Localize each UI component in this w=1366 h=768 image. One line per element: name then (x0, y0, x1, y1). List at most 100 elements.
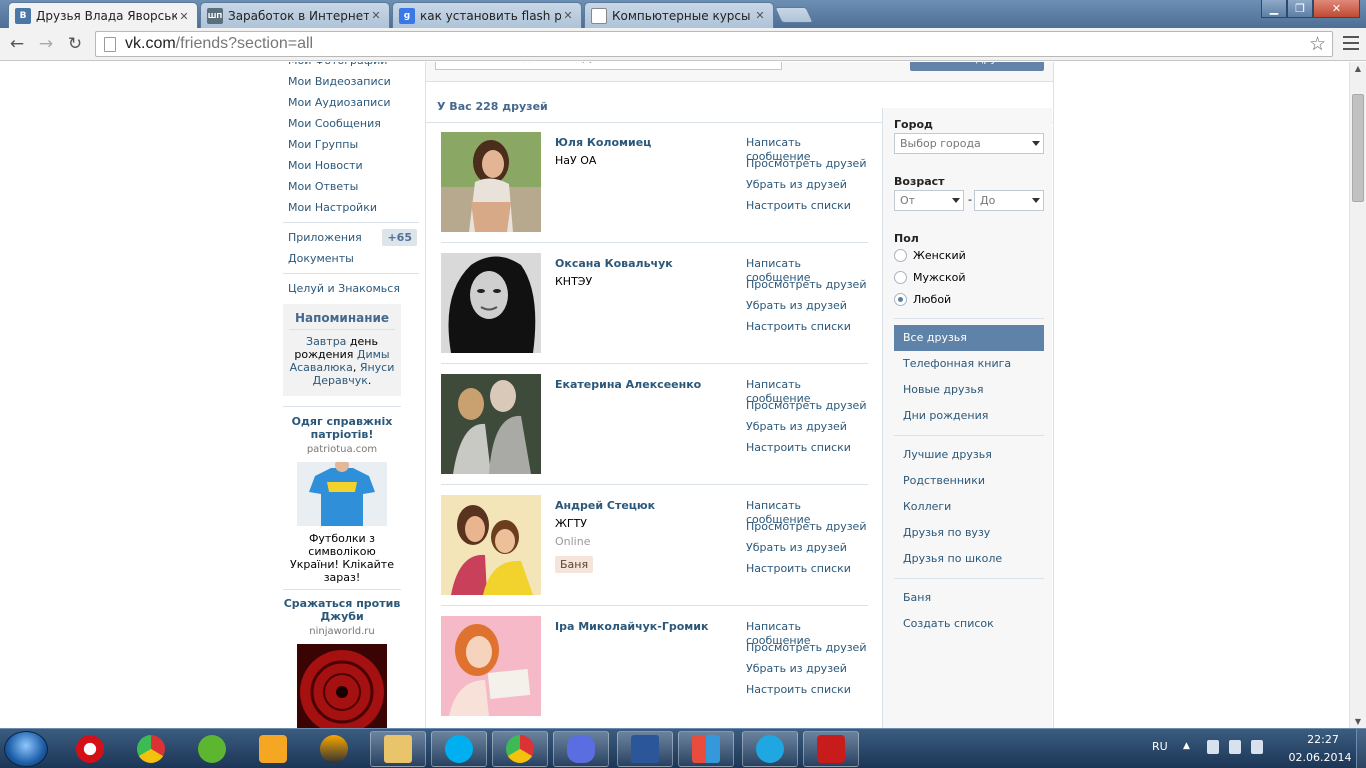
view-friends-link[interactable]: Просмотреть друзей (746, 157, 868, 178)
menu-item-groups[interactable]: Мои Группы (283, 134, 419, 155)
menu-item-videos[interactable]: Мои Видеозаписи (283, 71, 419, 92)
remove-friend-link[interactable]: Убрать из друзей (746, 662, 868, 683)
menu-item-news[interactable]: Мои Новости (283, 155, 419, 176)
ad-title[interactable]: Сражаться против Джуби (283, 597, 401, 623)
city-select[interactable]: Выбор города (894, 133, 1044, 154)
friend-name[interactable]: Андрей Стецюк (555, 499, 655, 512)
nav-phone-book[interactable]: Телефонная книга (894, 351, 1044, 377)
nav-all-friends[interactable]: Все друзья (894, 325, 1044, 351)
reload-icon[interactable]: ↻ (63, 32, 87, 56)
chrome-icon[interactable] (492, 731, 548, 767)
nav-create-list[interactable]: Создать список (894, 611, 1044, 637)
friend-name[interactable]: Екатерина Алексеенко (555, 378, 701, 391)
maximize-button[interactable]: ❐ (1287, 0, 1313, 18)
skype-icon[interactable] (431, 731, 487, 767)
view-friends-link[interactable]: Просмотреть друзей (746, 520, 868, 541)
infinity-icon[interactable] (553, 731, 609, 767)
ad-ninja-image[interactable] (297, 644, 387, 728)
menu-item-apps[interactable]: Приложения +65 (283, 227, 419, 248)
tab-computer-courses[interactable]: Компьютерные курсы д ✕ (584, 2, 774, 28)
friend-list-tag[interactable]: Баня (555, 556, 594, 573)
menu-item-settings[interactable]: Мои Настройки (283, 197, 419, 218)
show-desktop-button[interactable] (1356, 729, 1366, 768)
write-message-link[interactable]: Написать сообщение (746, 257, 868, 284)
nav-list-banya[interactable]: Баня (894, 585, 1044, 611)
friend-name[interactable]: Юля Коломиец (555, 136, 651, 149)
windows-explorer-icon[interactable] (370, 731, 426, 767)
scroll-up-icon[interactable]: ▲ (1353, 64, 1363, 73)
nav-school-friends[interactable]: Друзья по школе (894, 546, 1044, 572)
friend-photo[interactable] (441, 132, 541, 232)
ad-title[interactable]: Одяг справжніх патріотів! (283, 415, 401, 441)
tab-close-icon[interactable]: ✕ (369, 9, 383, 22)
ad-block-ninja[interactable]: Сражаться против Джуби ninjaworld.ru (283, 597, 401, 728)
view-friends-link[interactable]: Просмотреть друзей (746, 641, 868, 662)
device-icon[interactable] (1207, 740, 1219, 754)
remove-friend-link[interactable]: Убрать из друзей (746, 420, 868, 441)
tab-google-search[interactable]: g как установить flash playe ✕ (392, 2, 582, 28)
tab-close-icon[interactable]: ✕ (753, 9, 767, 22)
clock-time[interactable]: 22:27 (1293, 733, 1353, 746)
tab-close-icon[interactable]: ✕ (561, 9, 575, 22)
view-friends-link[interactable]: Просмотреть друзей (746, 278, 868, 299)
window-manager-icon[interactable] (678, 731, 734, 767)
tab-zarabotok[interactable]: ШП Заработок в Интернете | ✕ (200, 2, 390, 28)
friend-name[interactable]: Оксана Ковальчук (555, 257, 673, 270)
find-friends-button[interactable]: Поиск друзей (910, 62, 1044, 71)
write-message-link[interactable]: Написать сообщение (746, 499, 868, 526)
chrome-icon[interactable] (123, 731, 179, 767)
friend-photo[interactable] (441, 616, 541, 716)
nav-birthdays[interactable]: Дни рождения (894, 403, 1044, 429)
nav-relatives[interactable]: Родственники (894, 468, 1044, 494)
forward-arrow-icon[interactable]: → (34, 32, 58, 56)
flash-icon[interactable] (803, 731, 859, 767)
close-window-button[interactable]: ✕ (1313, 0, 1360, 18)
setup-lists-link[interactable]: Настроить списки (746, 320, 868, 341)
bookmark-star-icon[interactable]: ☆ (1309, 33, 1326, 56)
scroll-down-icon[interactable]: ▼ (1353, 717, 1363, 726)
write-message-link[interactable]: Написать сообщение (746, 378, 868, 405)
menu-item-messages[interactable]: Мои Сообщения (283, 113, 419, 134)
aimp-icon[interactable] (306, 731, 362, 767)
sex-radio-female[interactable]: Женский (894, 247, 966, 263)
media-player-icon[interactable] (245, 731, 301, 767)
internet-explorer-icon[interactable] (742, 731, 798, 767)
start-button-icon[interactable] (4, 731, 48, 767)
menu-item-documents[interactable]: Документы (283, 248, 419, 269)
utorrent-icon[interactable] (184, 731, 240, 767)
friend-photo[interactable] (441, 253, 541, 353)
tab-vk-friends[interactable]: В Друзья Влада Яворського ✕ (8, 2, 198, 28)
page-scrollbar[interactable]: ▲ ▼ (1349, 62, 1366, 728)
setup-lists-link[interactable]: Настроить списки (746, 441, 868, 462)
tab-close-icon[interactable]: ✕ (177, 10, 191, 23)
write-message-link[interactable]: Написать сообщение (746, 620, 868, 647)
network-icon[interactable] (1251, 740, 1263, 754)
volume-icon[interactable] (1229, 740, 1241, 754)
age-from-select[interactable]: От (894, 190, 964, 211)
nav-colleagues[interactable]: Коллеги (894, 494, 1044, 520)
remove-friend-link[interactable]: Убрать из друзей (746, 541, 868, 562)
nav-new-friends[interactable]: Новые друзья (894, 377, 1044, 403)
remove-friend-link[interactable]: Убрать из друзей (746, 178, 868, 199)
menu-item-answers[interactable]: Мои Ответы (283, 176, 419, 197)
friend-name[interactable]: Іра Миколайчук-Громик (555, 620, 708, 633)
clock-date[interactable]: 02.06.2014 (1285, 751, 1355, 764)
ad-block-patriot[interactable]: Одяг справжніх патріотів! patriotua.com … (283, 415, 401, 584)
scrollbar-thumb[interactable] (1352, 94, 1364, 202)
remove-friend-link[interactable]: Убрать из друзей (746, 299, 868, 320)
menu-item-audios[interactable]: Мои Аудиозаписи (283, 92, 419, 113)
friend-search-input[interactable]: Начните вводить имя друга (435, 62, 782, 70)
nav-best-friends[interactable]: Лучшие друзья (894, 442, 1044, 468)
minimize-button[interactable]: ▁ (1261, 0, 1287, 18)
sex-radio-male[interactable]: Мужской (894, 269, 965, 285)
sex-radio-any[interactable]: Любой (894, 291, 951, 307)
menu-item-photos[interactable]: Мои Фотографии (283, 62, 419, 71)
nav-university-friends[interactable]: Друзья по вузу (894, 520, 1044, 546)
word-icon[interactable] (617, 731, 673, 767)
chrome-menu-icon[interactable] (1343, 36, 1359, 50)
setup-lists-link[interactable]: Настроить списки (746, 562, 868, 583)
age-to-select[interactable]: До (974, 190, 1044, 211)
setup-lists-link[interactable]: Настроить списки (746, 199, 868, 220)
address-bar[interactable]: vk.com/friends?section=all ☆ (95, 31, 1333, 57)
write-message-link[interactable]: Написать сообщение (746, 136, 868, 163)
